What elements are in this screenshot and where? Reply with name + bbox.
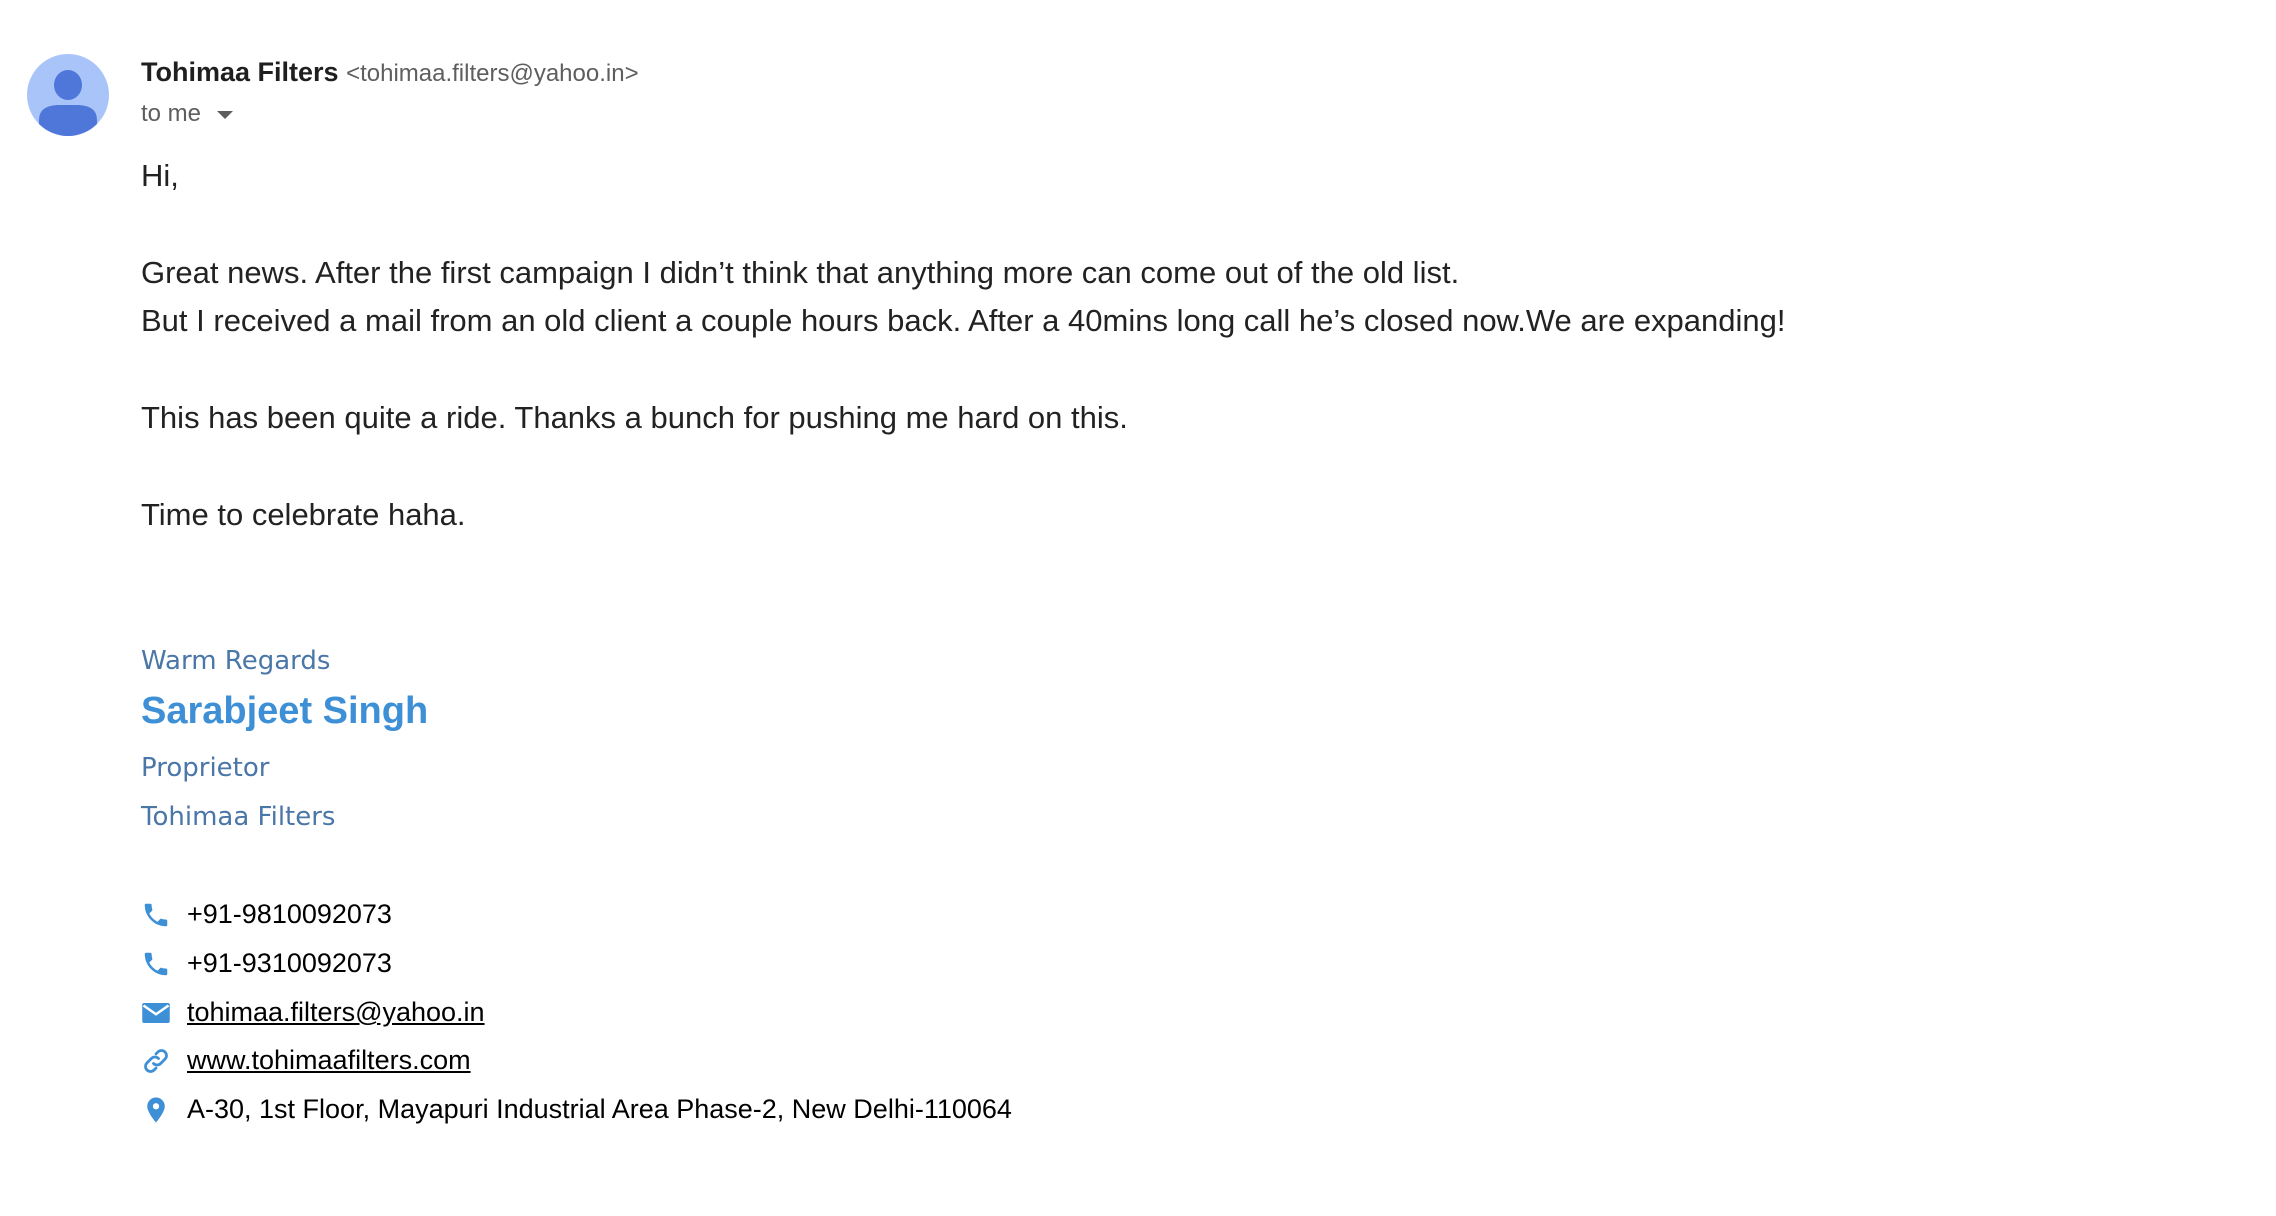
signature-company: Tohimaa Filters: [141, 802, 336, 832]
recipient-toggle[interactable]: to me: [141, 100, 234, 128]
contact-phone-2: +91-9310092073: [141, 948, 392, 979]
sender-email: <tohimaa.filters@yahoo.in>: [346, 60, 639, 87]
body-line: Great news. After the first campaign I d…: [141, 255, 1460, 290]
signature-name: Sarabjeet Singh: [141, 690, 429, 732]
location-pin-icon: [147, 1097, 165, 1122]
phone-number: +91-9310092073: [187, 948, 392, 978]
phone-icon: [144, 952, 168, 975]
caret-down-icon: [216, 111, 233, 119]
avatar[interactable]: [27, 54, 109, 136]
body-line: Time to celebrate haha.: [141, 497, 466, 532]
greeting: Hi,: [141, 158, 179, 193]
body-line: But I received a mail from an old client…: [141, 303, 1786, 338]
contact-phone-1: +91-9810092073: [141, 899, 392, 930]
contact-website: www.tohimaafilters.com: [141, 1045, 471, 1076]
body-line: This has been quite a ride. Thanks a bun…: [141, 400, 1128, 435]
email-link[interactable]: tohimaa.filters@yahoo.in: [187, 997, 485, 1028]
address: A-30, 1st Floor, Mayapuri Industrial Are…: [187, 1094, 1012, 1124]
contact-email: tohimaa.filters@yahoo.in: [141, 997, 485, 1028]
signature-closing: Warm Regards: [141, 646, 331, 676]
website-link[interactable]: www.tohimaafilters.com: [187, 1045, 471, 1076]
person-icon: [39, 70, 97, 136]
phone-icon: [144, 903, 168, 926]
sender-name: Tohimaa Filters: [141, 57, 339, 87]
signature-title: Proprietor: [141, 753, 270, 783]
link-icon: [144, 1048, 168, 1073]
phone-number: +91-9810092073: [187, 899, 392, 929]
sender: Tohimaa Filters <tohimaa.filters@yahoo.i…: [141, 57, 639, 88]
mail-icon: [142, 1002, 170, 1023]
recipient-label: to me: [141, 100, 202, 127]
contact-address: A-30, 1st Floor, Mayapuri Industrial Are…: [141, 1094, 1012, 1125]
